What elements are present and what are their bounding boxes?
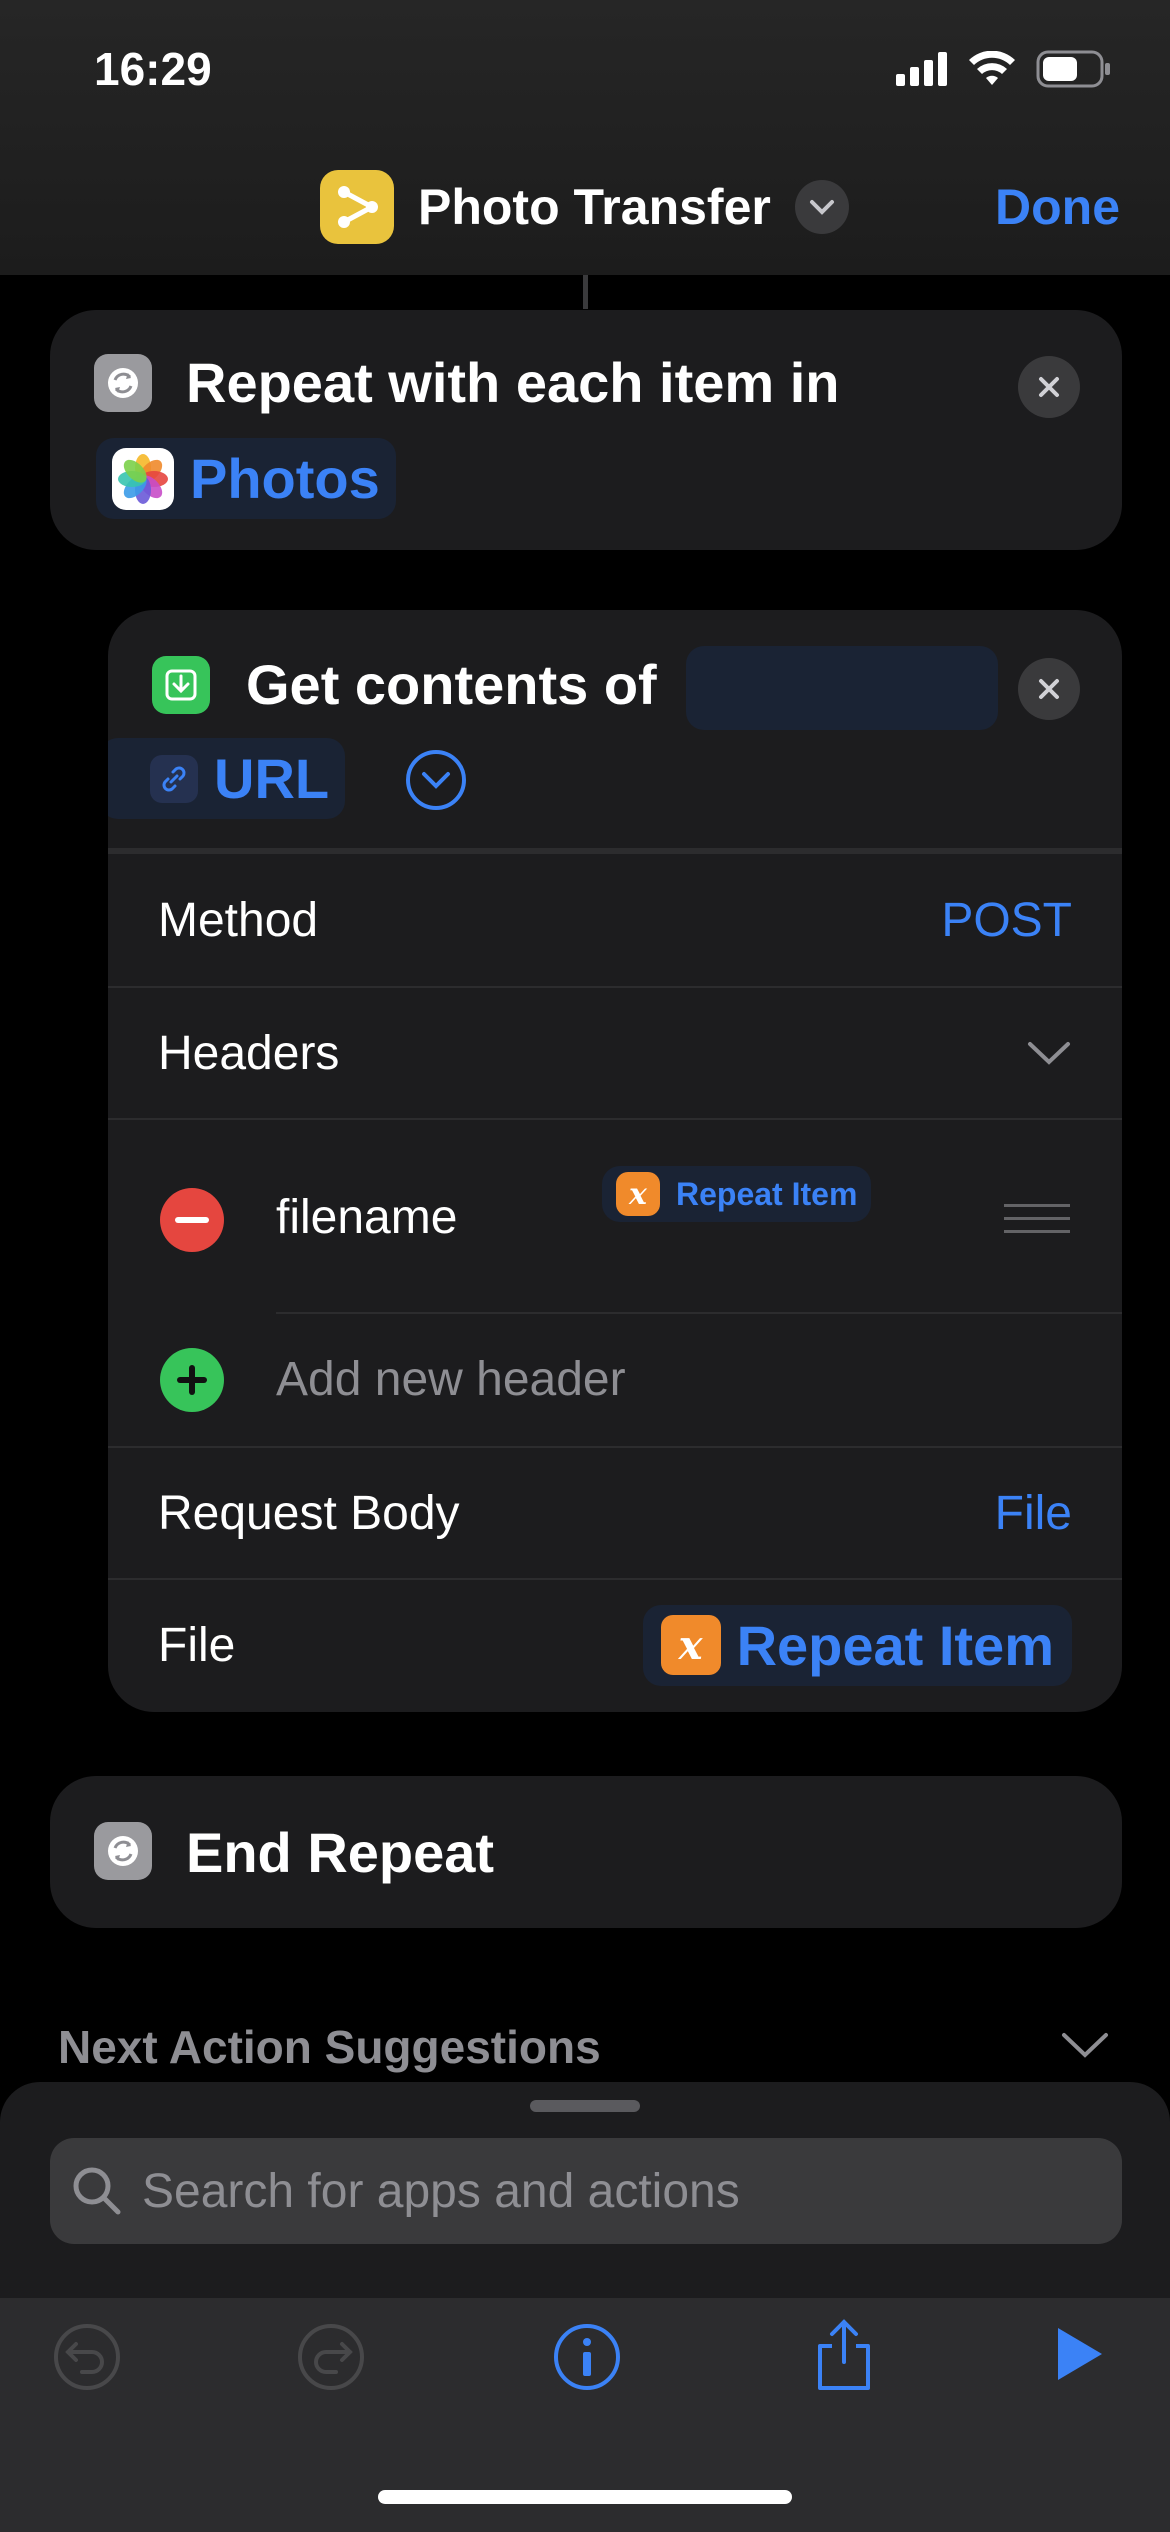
url-token-label: URL: [214, 747, 330, 810]
file-label: File: [158, 1618, 236, 1672]
variable-x-icon: x: [616, 1172, 660, 1216]
battery-icon: [1036, 50, 1110, 88]
divider: [108, 1118, 1122, 1120]
photos-token-label: Photos: [190, 447, 380, 510]
divider: [276, 1312, 1122, 1314]
chevron-down-icon[interactable]: [1026, 1039, 1072, 1067]
file-value-token-label: Repeat Item: [736, 1613, 1054, 1677]
search-icon: [73, 2167, 121, 2215]
end-repeat-label: End Repeat: [186, 1821, 495, 1884]
done-button[interactable]: Done: [995, 178, 1120, 236]
add-header-field[interactable]: Add new header: [276, 1352, 626, 1407]
repeat-icon: [94, 354, 152, 412]
method-value[interactable]: POST: [941, 893, 1072, 948]
connector-line: [583, 275, 588, 309]
chevron-down-icon[interactable]: [1060, 2030, 1110, 2060]
variable-x-icon: x: [660, 1615, 721, 1675]
close-icon[interactable]: [1018, 356, 1080, 418]
redo-icon[interactable]: [296, 2322, 366, 2392]
get-contents-card[interactable]: Get contents of URL Method POST Headers …: [108, 610, 1122, 1712]
status-icons: [896, 50, 1112, 88]
undo-icon[interactable]: [52, 2322, 122, 2392]
end-repeat-card[interactable]: End Repeat: [50, 1776, 1122, 1928]
wifi-icon: [969, 51, 1015, 85]
get-contents-label: Get contents of: [246, 653, 657, 716]
chevron-down-icon[interactable]: [404, 748, 468, 817]
repeat-action-card[interactable]: Repeat with each item in Photos: [50, 310, 1122, 550]
search-input[interactable]: Search for apps and actions: [50, 2138, 1122, 2244]
method-row[interactable]: Method POST: [108, 854, 1122, 986]
delete-header-button[interactable]: [160, 1188, 224, 1252]
file-value-token[interactable]: x Repeat Item: [642, 1604, 1072, 1686]
header-value-token[interactable]: x Repeat Item: [602, 1166, 872, 1222]
signal-icon: [896, 52, 947, 86]
header-value-token-label: Repeat Item: [676, 1175, 858, 1212]
share-icon[interactable]: [812, 2316, 876, 2392]
shortcut-title: Photo Transfer: [418, 179, 771, 235]
status-time: 16:29: [94, 43, 212, 95]
headers-row[interactable]: Headers: [108, 986, 1122, 1118]
url-token[interactable]: URL: [108, 738, 346, 819]
photos-icon: [112, 447, 174, 510]
next-action-suggestions-title[interactable]: Next Action Suggestions: [58, 2020, 601, 2074]
request-body-label: Request Body: [158, 1486, 460, 1540]
drag-handle-icon[interactable]: [1004, 1204, 1070, 1239]
add-header-button[interactable]: [160, 1348, 224, 1412]
repeat-icon: [94, 1822, 152, 1880]
url-field-blank[interactable]: [686, 646, 998, 730]
link-icon: [150, 754, 198, 803]
request-body-row[interactable]: Request Body File: [108, 1446, 1122, 1578]
repeat-action-label: Repeat with each item in: [186, 351, 840, 414]
file-row[interactable]: File x Repeat Item: [108, 1578, 1122, 1710]
search-placeholder: Search for apps and actions: [142, 2164, 740, 2218]
download-icon: [152, 656, 210, 714]
play-icon[interactable]: [1052, 2322, 1108, 2386]
sheet-grabber[interactable]: [530, 2100, 640, 2112]
headers-label: Headers: [158, 1026, 340, 1080]
chevron-down-icon[interactable]: [794, 180, 849, 234]
request-body-value[interactable]: File: [995, 1486, 1072, 1541]
close-icon[interactable]: [1018, 658, 1080, 720]
photos-token[interactable]: Photos: [96, 438, 396, 519]
home-indicator: [378, 2490, 792, 2504]
method-label: Method: [158, 893, 319, 947]
info-icon[interactable]: [552, 2322, 622, 2392]
shortcuts-icon: [320, 170, 394, 244]
header-key-field[interactable]: filename: [276, 1190, 457, 1245]
nav-title-group[interactable]: Photo Transfer: [320, 170, 849, 244]
